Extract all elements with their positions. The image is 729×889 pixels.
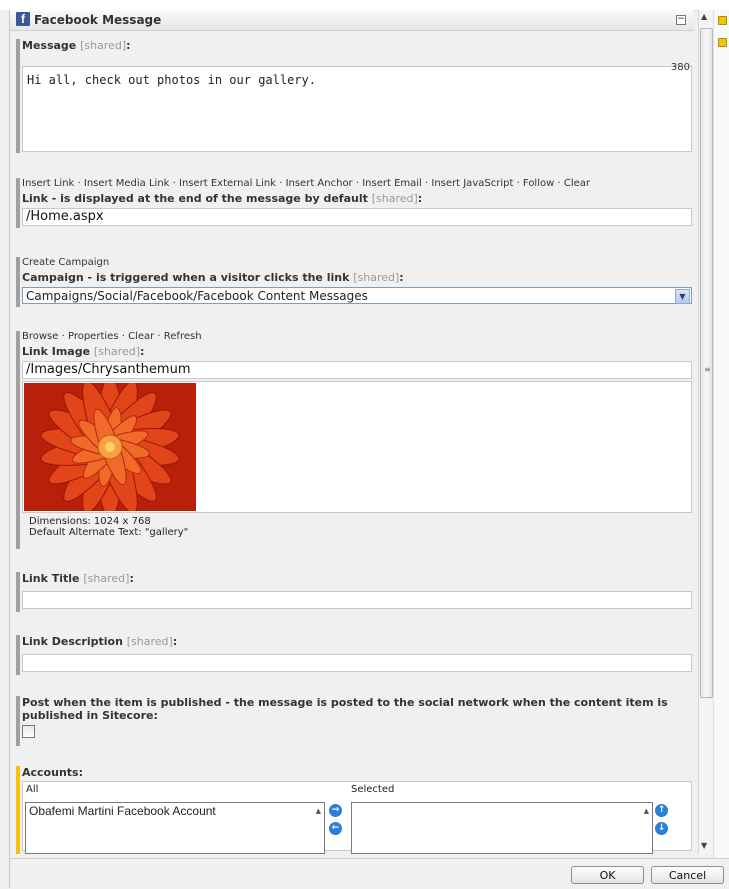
field-marker: [16, 696, 20, 746]
section-header[interactable]: f Facebook Message −: [10, 10, 694, 31]
validation-marker-icon[interactable]: [718, 16, 727, 25]
dialog-footer: OK Cancel: [10, 858, 729, 889]
remove-account-arrow-icon[interactable]: ←: [329, 822, 342, 835]
link-section: Insert Link · Insert Media Link · Insert…: [16, 178, 692, 228]
ok-button[interactable]: OK: [571, 866, 644, 884]
clear-image-command[interactable]: Clear: [128, 331, 154, 342]
field-marker: [16, 331, 20, 549]
image-dimensions: Dimensions: 1024 x 768: [29, 516, 151, 527]
vertical-scrollbar[interactable]: ▲ ≡ ▼: [698, 10, 713, 854]
accounts-label: Accounts:: [22, 766, 83, 779]
scrollbar-thumb[interactable]: ≡: [700, 28, 713, 698]
link-image-path-input[interactable]: /Images/Chrysanthemum: [22, 361, 692, 379]
field-marker: [16, 766, 20, 854]
selected-accounts-list[interactable]: ▲: [351, 802, 653, 854]
scroll-up-icon[interactable]: ▲: [701, 12, 707, 21]
post-when-published-label: Post when the item is published - the me…: [22, 696, 668, 722]
refresh-command[interactable]: Refresh: [164, 331, 202, 342]
accounts-picker: All Selected Obafemi Martini Facebook Ac…: [22, 781, 692, 854]
link-title-label: Link Title [shared]:: [22, 572, 134, 585]
chrysanthemum-image: [24, 383, 196, 511]
clear-link-command[interactable]: Clear: [564, 178, 590, 189]
left-panel-edge: [0, 10, 10, 888]
all-accounts-list[interactable]: Obafemi Martini Facebook Account ▲: [25, 802, 325, 854]
image-info: Dimensions: 1024 x 768 Default Alternate…: [22, 513, 692, 541]
link-title-section: Link Title [shared]:: [16, 572, 692, 612]
link-description-section: Link Description [shared]:: [16, 635, 692, 675]
list-scroll-up-icon[interactable]: ▲: [644, 807, 649, 815]
campaign-select[interactable]: Campaigns/Social/Facebook/Facebook Conte…: [22, 287, 692, 304]
image-alt-text: Default Alternate Text: "gallery": [29, 527, 189, 538]
insert-link-command[interactable]: Insert Link: [22, 178, 74, 189]
link-label: Link - is displayed at the end of the me…: [22, 192, 423, 205]
link-title-input[interactable]: [22, 591, 692, 609]
field-marker: [16, 178, 20, 228]
facebook-icon: f: [16, 12, 30, 26]
campaign-section: Create Campaign Campaign - is triggered …: [16, 257, 692, 307]
editor-content: Message [shared]: 380 Hi all, check out …: [10, 31, 694, 854]
create-campaign-command[interactable]: Create Campaign: [22, 257, 692, 268]
post-when-published-section: Post when the item is published - the me…: [16, 696, 692, 746]
link-description-label: Link Description [shared]:: [22, 635, 178, 648]
campaign-selected-value: Campaigns/Social/Facebook/Facebook Conte…: [26, 289, 368, 303]
account-item[interactable]: Obafemi Martini Facebook Account: [26, 803, 324, 819]
browse-command[interactable]: Browse: [22, 331, 58, 342]
add-account-arrow-icon[interactable]: →: [329, 804, 342, 817]
chevron-down-icon[interactable]: ▼: [675, 289, 690, 304]
character-counter: 380: [670, 62, 690, 73]
link-input[interactable]: /Home.aspx: [22, 208, 692, 226]
campaign-label: Campaign - is triggered when a visitor c…: [22, 271, 404, 284]
message-textarea[interactable]: Hi all, check out photos in our gallery.: [22, 66, 692, 152]
follow-command[interactable]: Follow: [523, 178, 554, 189]
all-accounts-label: All: [26, 784, 39, 795]
post-when-published-checkbox[interactable]: [22, 725, 35, 738]
insert-external-link-command[interactable]: Insert External Link: [179, 178, 276, 189]
link-commands: Insert Link · Insert Media Link · Insert…: [22, 178, 590, 189]
insert-media-link-command[interactable]: Insert Media Link: [84, 178, 170, 189]
link-image-commands: Browse · Properties · Clear · Refresh: [22, 331, 202, 342]
accounts-section: Accounts: All Selected Obafemi Martini F…: [16, 766, 692, 854]
link-image-label: Link Image [shared]:: [22, 345, 145, 358]
selected-accounts-label: Selected: [351, 784, 395, 795]
image-preview[interactable]: [22, 381, 692, 513]
insert-javascript-command[interactable]: Insert JavaScript: [431, 178, 513, 189]
link-image-section: Browse · Properties · Clear · Refresh Li…: [16, 331, 692, 549]
move-up-arrow-icon[interactable]: ↑: [655, 804, 668, 817]
cancel-button[interactable]: Cancel: [651, 866, 724, 884]
list-scroll-up-icon[interactable]: ▲: [316, 807, 321, 815]
field-marker: [16, 572, 20, 612]
insert-anchor-command[interactable]: Insert Anchor: [286, 178, 353, 189]
move-down-arrow-icon[interactable]: ↓: [655, 822, 668, 835]
link-description-input[interactable]: [22, 654, 692, 672]
validation-marker-icon[interactable]: [718, 38, 727, 47]
field-marker: [16, 257, 20, 307]
field-marker: [16, 635, 20, 675]
scrollbar-grip-icon: ≡: [704, 365, 711, 374]
validation-gutter: [713, 10, 729, 888]
insert-email-command[interactable]: Insert Email: [362, 178, 422, 189]
collapse-icon[interactable]: −: [676, 15, 686, 25]
scroll-down-icon[interactable]: ▼: [701, 841, 707, 850]
message-label: Message [shared]:: [22, 39, 131, 52]
message-section: Message [shared]: 380 Hi all, check out …: [16, 39, 692, 153]
properties-command[interactable]: Properties: [68, 331, 119, 342]
section-title: Facebook Message: [34, 13, 162, 27]
field-marker: [16, 39, 20, 153]
